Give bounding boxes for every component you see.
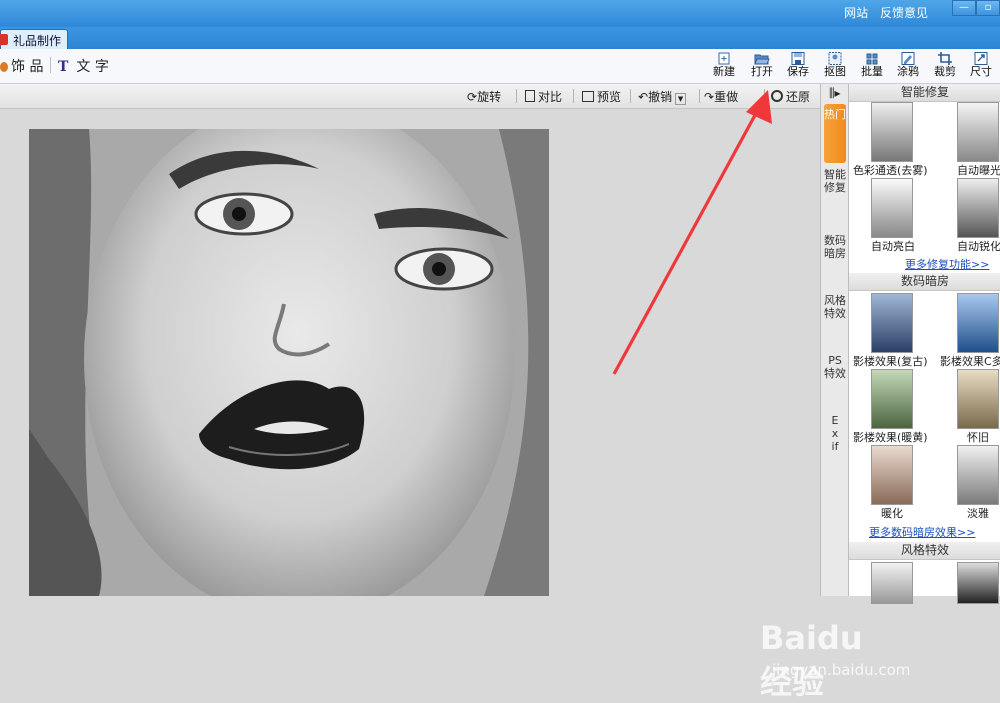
text-button[interactable]: T文 字 [58, 56, 109, 76]
side-tab-bar: ⫼▸ 热门 智能修复 数码暗房 风格特效 PS特效 Exif [820, 84, 849, 596]
crop-button[interactable]: 裁剪 [928, 51, 962, 81]
annotation-arrow [612, 90, 772, 375]
toolbar-divider [50, 57, 51, 73]
effect-thumb[interactable] [871, 369, 913, 429]
save-button[interactable]: 保存 [781, 51, 815, 81]
rotate-icon: ⟳ [467, 90, 478, 104]
rotate-button[interactable]: ⟳旋转 [467, 88, 501, 105]
new-button[interactable]: 新建 [707, 51, 741, 81]
effect-label: 影楼效果(复古) [853, 355, 928, 368]
new-label: 新建 [713, 65, 735, 78]
cutout-icon [828, 52, 842, 65]
effect-label: 暖化 [881, 507, 903, 520]
website-link[interactable]: 网站 [844, 6, 868, 20]
doodle-button[interactable]: 涂鸦 [891, 51, 925, 81]
effect-label: 影楼效果(暖黄) [853, 431, 928, 444]
doodle-label: 涂鸦 [897, 65, 919, 78]
cutout-button[interactable]: 抠图 [818, 51, 852, 81]
resize-label: 尺寸 [970, 65, 992, 78]
gift-icon [0, 34, 8, 45]
more-repair-link[interactable]: 更多修复功能>> [905, 256, 989, 272]
compare-icon [525, 90, 535, 102]
title-bar: 网站 反馈意见 — ▫ [0, 0, 1000, 27]
tab-smart-repair[interactable]: 智能修复 [824, 168, 846, 228]
text-T-icon: T [58, 59, 69, 75]
effect-thumb[interactable] [957, 293, 999, 353]
section-darkroom-title: 数码暗房 [849, 273, 1000, 291]
new-icon [718, 52, 730, 65]
tab-gift-making[interactable]: 礼品制作 [0, 29, 68, 50]
tab-exif[interactable]: Exif [831, 414, 839, 484]
rotate-label: 旋转 [477, 90, 502, 104]
decoration-button[interactable]: 饰 品 [0, 56, 43, 76]
title-links: 网站 反馈意见 [836, 4, 928, 21]
effect-thumb[interactable] [957, 102, 999, 162]
more-darkroom-link[interactable]: 更多数码暗房效果>> [869, 524, 975, 540]
compare-label: 对比 [538, 90, 563, 104]
effect-thumb[interactable] [871, 178, 913, 238]
effect-label: 影楼效果C多 [940, 355, 1000, 368]
effect-thumb[interactable] [871, 562, 913, 604]
feedback-link[interactable]: 反馈意见 [880, 6, 928, 20]
effects-panel: 智能修复 色彩通透(去雾) 自动曝光 自动亮白 自动锐化 更多修复功能>> 数码… [848, 84, 1000, 604]
effect-thumb[interactable] [871, 445, 913, 505]
batch-button[interactable]: 批量 [855, 51, 889, 81]
effect-label: 淡雅 [967, 507, 989, 520]
tab-label: 礼品制作 [13, 34, 62, 48]
edited-photo [29, 129, 549, 596]
effect-label: 自动锐化 [957, 240, 1000, 253]
effect-thumb[interactable] [871, 293, 913, 353]
resize-icon [974, 52, 988, 65]
effect-thumb[interactable] [957, 178, 999, 238]
portrait-illustration [29, 129, 549, 596]
crop-label: 裁剪 [934, 65, 956, 78]
panel-toggle-icon[interactable]: ⫼▸ [829, 86, 841, 101]
separator [573, 89, 574, 103]
open-label: 打开 [751, 65, 773, 78]
section-smart-repair-title: 智能修复 [849, 84, 1000, 102]
tab-hot[interactable]: 热门 [824, 104, 846, 163]
effect-thumb[interactable] [957, 369, 999, 429]
save-label: 保存 [787, 65, 809, 78]
cutout-label: 抠图 [824, 65, 846, 78]
main-toolbar: 饰 品 T 文 字 新建 打开 保存 抠图 批量 涂鸦 裁剪 尺寸 [0, 49, 1000, 84]
tab-strip: 礼品制作 [0, 27, 1000, 50]
resize-button[interactable]: 尺寸 [964, 51, 998, 81]
tab-ps-effects[interactable]: PS特效 [824, 354, 846, 409]
preview-icon [582, 91, 594, 102]
restore-label: 还原 [786, 90, 811, 104]
compare-button[interactable]: 对比 [525, 88, 562, 105]
effect-label: 自动亮白 [871, 240, 915, 253]
tab-style-effects[interactable]: 风格特效 [824, 294, 846, 354]
effect-label: 色彩通透(去雾) [853, 164, 928, 177]
section-style-title: 风格特效 [849, 542, 1000, 560]
folder-open-icon [754, 54, 770, 65]
effect-label: 自动曝光 [957, 164, 1000, 177]
decoration-label: 饰 品 [11, 59, 44, 75]
crop-icon [938, 52, 952, 65]
watermark-url: jingyan.baidu.com [772, 661, 911, 679]
effect-thumb[interactable] [871, 102, 913, 162]
effect-thumb[interactable] [957, 562, 999, 604]
doodle-icon [901, 52, 915, 65]
text-label: 文 字 [76, 59, 109, 75]
open-button[interactable]: 打开 [745, 51, 779, 81]
effect-thumb[interactable] [957, 445, 999, 505]
batch-label: 批量 [861, 65, 883, 78]
effect-label: 怀旧 [967, 431, 989, 444]
separator [516, 89, 517, 103]
maximize-button[interactable]: ▫ [976, 0, 1000, 16]
decoration-icon [0, 62, 8, 72]
tab-digital-darkroom[interactable]: 数码暗房 [824, 234, 846, 294]
save-icon [791, 52, 805, 65]
batch-icon [866, 53, 878, 65]
minimize-button[interactable]: — [952, 0, 976, 16]
